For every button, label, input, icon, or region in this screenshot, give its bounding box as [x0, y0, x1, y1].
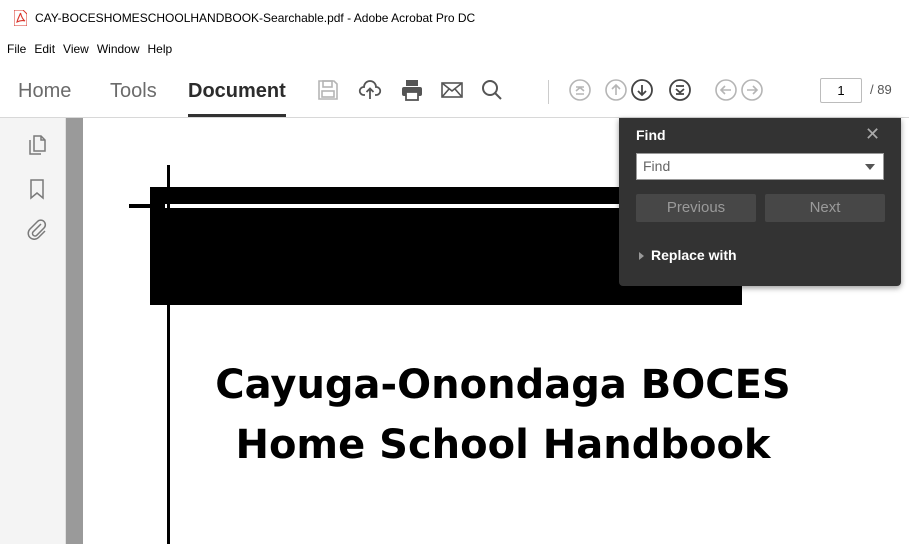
page-number-input[interactable]: 1: [820, 78, 862, 103]
menu-edit[interactable]: Edit: [30, 42, 59, 56]
left-navigation-panel: [0, 118, 66, 544]
attachment-icon[interactable]: [26, 218, 48, 240]
menu-window[interactable]: Window: [93, 42, 144, 56]
close-icon[interactable]: ✕: [865, 124, 880, 145]
print-icon[interactable]: [400, 78, 424, 102]
save-icon[interactable]: [316, 78, 340, 102]
document-title-line1: Cayuga-Onondaga BOCES: [215, 362, 791, 408]
cover-black-rule: [129, 204, 165, 208]
toolbar-separator: [548, 80, 549, 104]
upload-cloud-icon[interactable]: [358, 78, 382, 102]
bookmark-icon[interactable]: [26, 178, 48, 200]
menu-file[interactable]: File: [3, 42, 30, 56]
pdf-icon: [14, 10, 27, 26]
tab-document[interactable]: Document: [188, 80, 286, 117]
cover-white-rule: [129, 204, 649, 208]
email-icon[interactable]: [440, 78, 464, 102]
find-input[interactable]: Find: [636, 153, 884, 180]
window-title: CAY-BOCESHOMESCHOOLHANDBOOK-Searchable.p…: [35, 11, 476, 25]
previous-button[interactable]: Previous: [636, 194, 756, 222]
panel-gutter: [66, 118, 83, 544]
search-icon[interactable]: [480, 78, 504, 102]
page-thumbnails-icon[interactable]: [26, 134, 48, 156]
forward-view-icon[interactable]: [740, 78, 764, 102]
menu-help[interactable]: Help: [144, 42, 177, 56]
next-page-icon[interactable]: [630, 78, 654, 102]
main-toolbar: Home Tools Document 1 / 89: [0, 62, 909, 118]
document-title-line2: Home School Handbook: [235, 422, 771, 468]
chevron-down-icon[interactable]: [865, 164, 875, 170]
page-total: / 89: [870, 82, 892, 97]
back-view-icon[interactable]: [714, 78, 738, 102]
expand-triangle-icon[interactable]: [639, 252, 644, 260]
previous-page-icon[interactable]: [604, 78, 628, 102]
next-button[interactable]: Next: [765, 194, 885, 222]
cover-vertical-rule: [167, 165, 170, 544]
menu-view[interactable]: View: [59, 42, 93, 56]
menu-bar: File Edit View Window Help: [0, 36, 909, 62]
replace-with-toggle[interactable]: Replace with: [651, 247, 737, 263]
tab-home[interactable]: Home: [18, 80, 71, 103]
last-page-icon[interactable]: [668, 78, 692, 102]
tab-tools[interactable]: Tools: [110, 80, 157, 103]
find-panel-title: Find: [636, 127, 666, 143]
window-titlebar: CAY-BOCESHOMESCHOOLHANDBOOK-Searchable.p…: [0, 0, 909, 36]
find-panel: Find ✕ Find Previous Next Replace with: [619, 118, 901, 286]
first-page-icon[interactable]: [568, 78, 592, 102]
